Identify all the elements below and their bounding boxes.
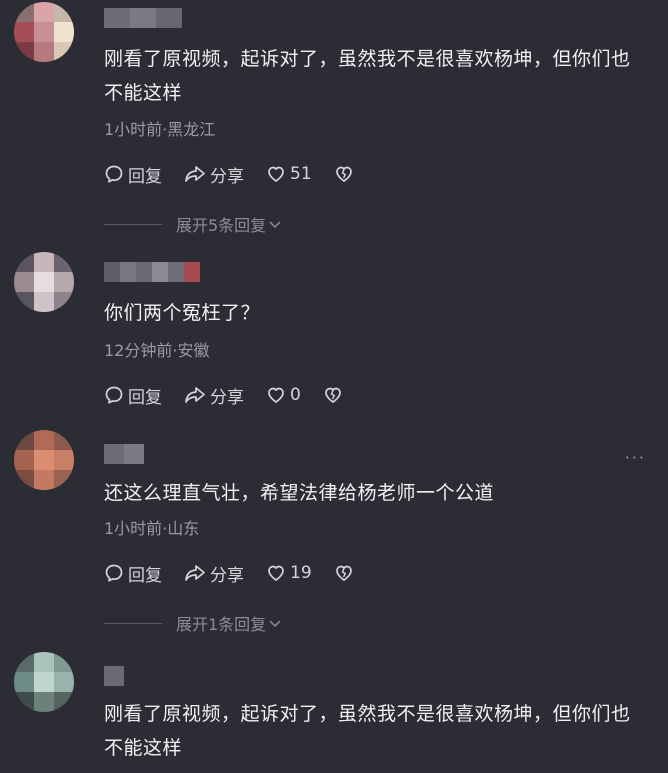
reply-button[interactable]: 回复 xyxy=(104,383,162,408)
comment-text: 你们两个冤枉了？ xyxy=(104,302,261,324)
reply-label: 回复 xyxy=(128,387,162,408)
reply-button[interactable]: 回复 xyxy=(104,162,162,187)
chevron-down-icon xyxy=(269,620,281,628)
broken-heart-icon xyxy=(335,565,352,581)
share-label: 分享 xyxy=(210,387,244,408)
reply-label: 回复 xyxy=(128,565,162,586)
comment-text: 刚看了原视频，起诉对了，虽然我不是很喜欢杨坤，但你们也不能这样 xyxy=(104,48,631,104)
comment-bubble-icon xyxy=(105,386,123,404)
heart-icon xyxy=(268,166,284,182)
comment-actions: 回复 分享 19 xyxy=(104,559,380,587)
expand-label: 展开1条回复 xyxy=(176,615,267,634)
comment-meta: 1小时前·黑龙江 xyxy=(104,120,216,139)
share-label: 分享 xyxy=(210,166,244,187)
divider xyxy=(104,223,162,225)
expand-label: 展开5条回复 xyxy=(176,216,267,235)
like-button[interactable]: 51 xyxy=(266,164,312,184)
like-count: 51 xyxy=(290,164,312,184)
more-options-button[interactable]: ··· xyxy=(625,448,646,467)
dislike-button[interactable] xyxy=(334,563,358,583)
reply-label: 回复 xyxy=(128,166,162,187)
share-button[interactable]: 分享 xyxy=(184,383,244,408)
heart-icon xyxy=(268,565,284,581)
comment-actions: 回复 分享 51 xyxy=(104,160,380,188)
username[interactable] xyxy=(104,666,124,686)
share-arrow-icon xyxy=(185,387,205,403)
share-button[interactable]: 分享 xyxy=(184,162,244,187)
avatar[interactable] xyxy=(14,652,74,712)
broken-heart-icon xyxy=(335,166,352,182)
username[interactable] xyxy=(104,444,144,464)
share-label: 分享 xyxy=(210,565,244,586)
avatar[interactable] xyxy=(14,252,74,312)
like-button[interactable]: 0 xyxy=(266,385,301,405)
chevron-down-icon xyxy=(269,221,281,229)
username[interactable] xyxy=(104,8,184,28)
avatar[interactable] xyxy=(14,430,74,490)
comment-text: 还这么理直气壮，希望法律给杨老师一个公道 xyxy=(104,482,495,504)
comment-bubble-icon xyxy=(105,564,123,582)
comment-text: 刚看了原视频，起诉对了，虽然我不是很喜欢杨坤，但你们也不能这样 xyxy=(104,703,631,759)
avatar[interactable] xyxy=(14,2,74,62)
share-arrow-icon xyxy=(185,565,205,581)
username[interactable] xyxy=(104,262,200,282)
like-button[interactable]: 19 xyxy=(266,563,312,583)
reply-button[interactable]: 回复 xyxy=(104,561,162,586)
broken-heart-icon xyxy=(324,387,341,403)
expand-replies[interactable]: 展开5条回复 xyxy=(104,214,282,235)
comment-bubble-icon xyxy=(105,165,123,183)
dislike-button[interactable] xyxy=(334,164,358,184)
expand-replies[interactable]: 展开1条回复 xyxy=(104,613,282,634)
dislike-button[interactable] xyxy=(323,385,347,405)
like-count: 19 xyxy=(290,563,312,583)
share-button[interactable]: 分享 xyxy=(184,561,244,586)
share-arrow-icon xyxy=(185,166,205,182)
comment-meta: 1小时前·山东 xyxy=(104,519,200,538)
comment-meta: 12分钟前·安徽 xyxy=(104,341,210,360)
heart-icon xyxy=(268,387,284,403)
divider xyxy=(104,622,162,624)
comment-actions: 回复 分享 0 xyxy=(104,381,369,409)
like-count: 0 xyxy=(290,385,301,405)
